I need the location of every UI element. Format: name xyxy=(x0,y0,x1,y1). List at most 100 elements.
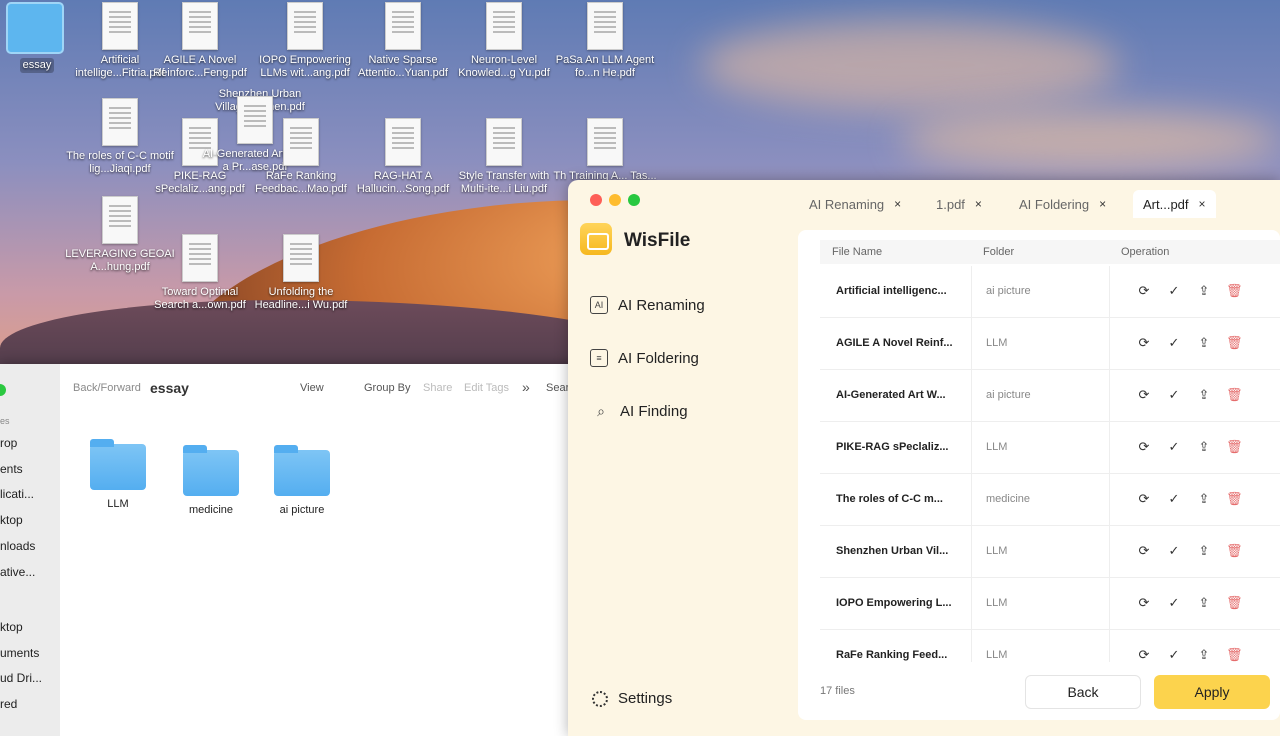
confirm-check-icon[interactable]: ✓ xyxy=(1166,335,1182,351)
sidebar-item-desktop-icloud[interactable]: ktop xyxy=(0,620,23,634)
finder-folder-ai-picture[interactable]: ai picture xyxy=(257,445,347,516)
regenerate-icon[interactable]: ⟳ xyxy=(1136,335,1152,351)
regenerate-icon[interactable]: ⟳ xyxy=(1136,491,1152,507)
divider xyxy=(971,318,972,369)
share-button[interactable]: Share xyxy=(423,382,452,394)
edit-tags-button[interactable]: Edit Tags xyxy=(464,382,509,394)
upload-icon[interactable]: ⇪ xyxy=(1196,543,1212,559)
upload-icon[interactable]: ⇪ xyxy=(1196,647,1212,662)
trash-icon[interactable]: 🗑 xyxy=(1226,543,1243,559)
desktop-file[interactable]: RaFe Ranking Feedbac...Mao.pdf xyxy=(246,118,356,196)
upload-icon[interactable]: ⇪ xyxy=(1196,491,1212,507)
trash-icon[interactable]: 🗑 xyxy=(1226,439,1243,455)
trash-icon[interactable]: 🗑 xyxy=(1226,387,1243,403)
back-button[interactable]: Back xyxy=(1025,675,1141,709)
regenerate-icon[interactable]: ⟳ xyxy=(1136,283,1152,299)
gear-icon xyxy=(592,690,608,707)
desktop-file[interactable]: Unfolding the Headline...i Wu.pdf xyxy=(246,234,356,312)
desktop-file[interactable]: Native Sparse Attentio...Yuan.pdf xyxy=(348,2,458,80)
tab-ai-foldering[interactable]: AI Foldering × xyxy=(1009,190,1116,218)
confirm-check-icon[interactable]: ✓ xyxy=(1166,491,1182,507)
close-icon[interactable]: × xyxy=(894,197,901,211)
regenerate-icon[interactable]: ⟳ xyxy=(1136,595,1152,611)
row-operations: ⟳ ✓ ⇪ 🗑 xyxy=(1136,595,1243,611)
folder-label: ai picture xyxy=(279,504,325,516)
window-minimize-button[interactable] xyxy=(609,194,621,206)
table-row: AGILE A Novel Reinf... LLM ⟳ ✓ ⇪ 🗑 xyxy=(820,318,1280,370)
back-forward-button[interactable]: Back/Forward xyxy=(73,382,141,394)
pdf-file-icon xyxy=(486,118,522,166)
sidebar-item-downloads[interactable]: nloads xyxy=(0,539,35,553)
sidebar-item-airdrop[interactable]: rop xyxy=(0,436,17,450)
nav-ai-foldering[interactable]: ≡ AI Foldering xyxy=(590,349,699,367)
view-button[interactable]: View xyxy=(300,382,324,394)
confirm-check-icon[interactable]: ✓ xyxy=(1166,595,1182,611)
confirm-check-icon[interactable]: ✓ xyxy=(1166,283,1182,299)
group-by-button[interactable]: Group By xyxy=(364,382,410,394)
window-zoom-button[interactable] xyxy=(628,194,640,206)
more-toolbar-icon[interactable]: » xyxy=(522,379,530,395)
apply-button[interactable]: Apply xyxy=(1154,675,1270,709)
confirm-check-icon[interactable]: ✓ xyxy=(1166,439,1182,455)
finder-folder-llm[interactable]: LLM xyxy=(73,439,163,510)
upload-icon[interactable]: ⇪ xyxy=(1196,283,1212,299)
settings-button[interactable]: Settings xyxy=(592,690,672,707)
file-label: Unfolding the Headline...i Wu.pdf xyxy=(254,286,348,311)
trash-icon[interactable]: 🗑 xyxy=(1226,491,1243,507)
trash-icon[interactable]: 🗑 xyxy=(1226,647,1243,662)
sidebar-item-recents[interactable]: ents xyxy=(0,462,23,476)
close-icon[interactable]: × xyxy=(1199,197,1206,211)
desktop-file[interactable]: RAG-HAT A Hallucin...Song.pdf xyxy=(348,118,458,196)
close-icon[interactable]: × xyxy=(1099,197,1106,211)
upload-icon[interactable]: ⇪ xyxy=(1196,387,1212,403)
table-body: Artificial intelligenc... ai picture ⟳ ✓… xyxy=(820,266,1280,662)
regenerate-icon[interactable]: ⟳ xyxy=(1136,543,1152,559)
upload-icon[interactable]: ⇪ xyxy=(1196,439,1212,455)
desktop-folder-essay[interactable]: essay xyxy=(6,2,68,73)
regenerate-icon[interactable]: ⟳ xyxy=(1136,647,1152,662)
column-file-name: File Name xyxy=(832,246,883,258)
desktop-file[interactable]: PaSa An LLM Agent fo...n He.pdf xyxy=(550,2,660,80)
nav-ai-renaming[interactable]: AI AI Renaming xyxy=(590,296,705,314)
sidebar-item-desktop[interactable]: ktop xyxy=(0,513,23,527)
tab-1-pdf[interactable]: 1.pdf × xyxy=(926,190,992,218)
file-label: Toward Optimal Search a...own.pdf xyxy=(154,286,246,311)
desktop-file[interactable]: Neuron-Level Knowled...g Yu.pdf xyxy=(449,2,559,80)
desktop-file[interactable]: Th Training A... Tas... xyxy=(550,118,660,183)
upload-icon[interactable]: ⇪ xyxy=(1196,595,1212,611)
divider xyxy=(1109,526,1110,577)
folder-cell: LLM xyxy=(986,337,1008,349)
close-icon[interactable]: × xyxy=(975,197,982,211)
window-close-button[interactable] xyxy=(590,194,602,206)
tab-label: 1.pdf xyxy=(936,196,965,212)
folder-cell: LLM xyxy=(986,545,1008,557)
table-row: The roles of C-C m... medicine ⟳ ✓ ⇪ 🗑 xyxy=(820,474,1280,526)
sidebar-item-shared[interactable]: red xyxy=(0,697,17,711)
upload-icon[interactable]: ⇪ xyxy=(1196,335,1212,351)
confirm-check-icon[interactable]: ✓ xyxy=(1166,543,1182,559)
tab-ai-renaming[interactable]: AI Renaming × xyxy=(799,190,911,218)
confirm-check-icon[interactable]: ✓ xyxy=(1166,647,1182,662)
window-zoom-button[interactable] xyxy=(0,384,6,396)
trash-icon[interactable]: 🗑 xyxy=(1226,335,1243,351)
tab-art-pdf[interactable]: Art...pdf × xyxy=(1133,190,1216,218)
table-row: AI-Generated Art W... ai picture ⟳ ✓ ⇪ 🗑 xyxy=(820,370,1280,422)
sidebar-item-applications[interactable]: licati... xyxy=(0,487,34,501)
sidebar-item-creative[interactable]: ative... xyxy=(0,565,35,579)
folder-cell: ai picture xyxy=(986,285,1031,297)
confirm-check-icon[interactable]: ✓ xyxy=(1166,387,1182,403)
sidebar-item-icloud-drive[interactable]: ud Dri... xyxy=(0,671,42,685)
regenerate-icon[interactable]: ⟳ xyxy=(1136,387,1152,403)
divider xyxy=(1109,370,1110,421)
wisfile-logo xyxy=(580,223,612,255)
trash-icon[interactable]: 🗑 xyxy=(1226,595,1243,611)
finder-folder-medicine[interactable]: medicine xyxy=(166,445,256,516)
desktop-folder-label: essay xyxy=(19,58,55,73)
nav-ai-finding[interactable]: ⌕ AI Finding xyxy=(592,402,687,420)
sidebar-item-documents[interactable]: uments xyxy=(0,646,39,660)
table-row: RaFe Ranking Feed... LLM ⟳ ✓ ⇪ 🗑 xyxy=(820,630,1280,662)
regenerate-icon[interactable]: ⟳ xyxy=(1136,439,1152,455)
desktop-file[interactable]: Style Transfer with Multi-ite...i Liu.pd… xyxy=(449,118,559,196)
trash-icon[interactable]: 🗑 xyxy=(1226,283,1243,299)
desktop-file[interactable]: Toward Optimal Search a...own.pdf xyxy=(145,234,255,312)
